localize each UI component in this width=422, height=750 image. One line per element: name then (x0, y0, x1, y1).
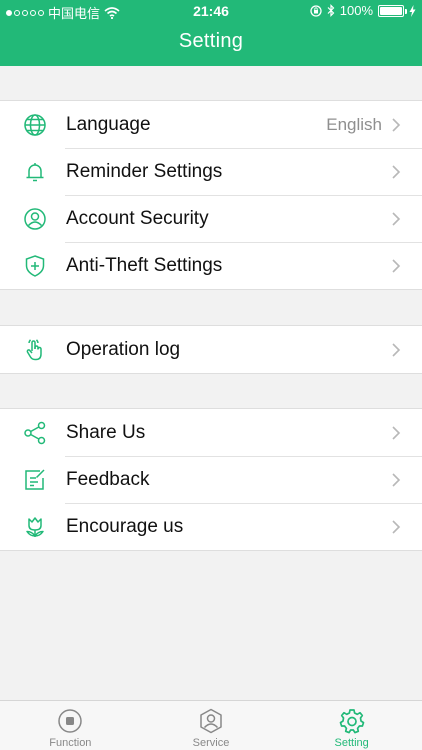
chevron-right-icon (392, 212, 401, 226)
tab-setting-label: Setting (334, 737, 369, 749)
chevron-right-icon (392, 473, 401, 487)
tab-bar: Function Service Setting (0, 700, 422, 750)
chevron-right-icon (392, 520, 401, 534)
feedback-row[interactable]: Feedback (0, 456, 422, 503)
user-hexagon-icon (200, 708, 222, 734)
tab-setting[interactable]: Setting (281, 701, 422, 750)
chevron-right-icon (392, 343, 401, 357)
hand-tap-icon (22, 337, 48, 363)
settings-group-general: Language English Reminder Settings Accou… (0, 100, 422, 290)
chevron-right-icon (392, 259, 401, 273)
settings-group-social: Share Us Feedback Encourage us (0, 408, 422, 551)
chevron-right-icon (392, 165, 401, 179)
globe-icon (22, 112, 48, 138)
anti-theft-settings-row[interactable]: Anti-Theft Settings (0, 242, 422, 289)
feedback-label: Feedback (66, 468, 150, 490)
user-circle-icon (22, 206, 48, 232)
language-value: English (326, 114, 382, 134)
stop-circle-icon (58, 709, 83, 733)
operation-log-label: Operation log (66, 338, 181, 360)
status-bar: 中国电信 21:46 100% (0, 0, 422, 22)
reminder-settings-row[interactable]: Reminder Settings (0, 148, 422, 195)
battery-percentage: 100% (339, 3, 373, 18)
encourage-us-row[interactable]: Encourage us (0, 503, 422, 550)
reminder-settings-label: Reminder Settings (66, 160, 223, 182)
language-label: Language (66, 113, 151, 135)
orientation-lock-icon (310, 4, 322, 17)
status-right: 100% (310, 3, 416, 18)
share-us-label: Share Us (66, 421, 146, 443)
account-security-label: Account Security (66, 207, 209, 229)
page-title: Setting (178, 30, 244, 52)
charging-icon (409, 4, 416, 17)
settings-group-log: Operation log (0, 325, 422, 374)
flower-icon (22, 514, 48, 540)
battery-icon (378, 4, 407, 17)
edit-note-icon (22, 467, 48, 493)
share-icon (22, 420, 48, 446)
tab-service[interactable]: Service (141, 701, 282, 750)
operation-log-row[interactable]: Operation log (0, 326, 422, 373)
bluetooth-icon (327, 4, 335, 17)
language-row[interactable]: Language English (0, 101, 422, 148)
tab-service-label: Service (192, 737, 230, 749)
navigation-bar: 中国电信 21:46 100% Setting (0, 0, 422, 66)
chevron-right-icon (392, 118, 401, 132)
bell-icon (22, 159, 48, 185)
anti-theft-settings-label: Anti-Theft Settings (66, 254, 223, 276)
share-us-row[interactable]: Share Us (0, 409, 422, 456)
account-security-row[interactable]: Account Security (0, 195, 422, 242)
encourage-us-label: Encourage us (66, 515, 184, 537)
chevron-right-icon (392, 426, 401, 440)
tab-function-label: Function (49, 737, 92, 749)
gear-icon (339, 709, 365, 734)
shield-plus-icon (22, 253, 48, 279)
tab-function[interactable]: Function (0, 701, 141, 750)
